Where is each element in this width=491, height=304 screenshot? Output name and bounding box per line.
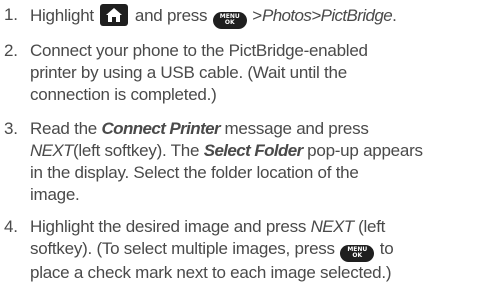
softkey-next: NEXT <box>30 141 74 160</box>
ok-key-label: OK <box>224 19 235 26</box>
step-number: 3. <box>4 119 18 138</box>
step-text-segment: . <box>392 6 397 25</box>
softkey-next: NEXT <box>310 217 355 236</box>
step-text: Highlight the desired image and press NE… <box>30 216 491 284</box>
step-text-segment: (left softkey). The <box>72 141 200 160</box>
step-number: 4. <box>4 217 18 236</box>
instruction-steps: 1. Highlight and press MENU OK >Photos>P… <box>0 0 491 304</box>
home-icon <box>100 4 129 26</box>
step-text-line: printer by using a USB cable. (Wait unti… <box>30 63 347 82</box>
step-text-segment: image. <box>30 185 80 204</box>
menu-path-photos: Photos <box>261 6 312 25</box>
step-text-segment: Highlight <box>30 6 94 25</box>
menu-ok-key-icon: MENU OK <box>340 245 375 262</box>
step-text-line: Connect your phone to the PictBridge-ena… <box>30 41 368 60</box>
menu-ok-key-icon: MENU OK <box>212 12 247 29</box>
step-text-segment: place a check mark next to each image se… <box>30 263 392 282</box>
step-text: Connect your phone to the PictBridge-ena… <box>30 40 491 106</box>
step-text-segment: pop-up appears <box>307 141 423 160</box>
ok-key-label: OK <box>352 252 363 259</box>
step-text-segment: Read the <box>30 119 97 138</box>
step-text-segment: in the display. Select the folder locati… <box>30 163 359 182</box>
step-text: Highlight and press MENU OK >Photos>Pict… <box>30 4 491 29</box>
step-3: 3. Read the Connect Printer message and … <box>0 118 491 206</box>
step-text-segment: to <box>379 239 394 258</box>
step-number: 1. <box>4 5 18 24</box>
step-text-segment: (left <box>358 217 386 236</box>
screen-name-connect-printer: Connect Printer <box>101 119 221 138</box>
step-text-segment: Highlight the desired image and press <box>30 217 307 236</box>
step-4: 4. Highlight the desired image and press… <box>0 216 491 284</box>
step-text-segment: and press <box>134 6 208 25</box>
step-text-segment: > <box>311 6 321 25</box>
step-text: Read the Connect Printer message and pre… <box>30 118 491 206</box>
step-text-segment: message and press <box>224 119 369 138</box>
step-1: 1. Highlight and press MENU OK >Photos>P… <box>0 4 491 29</box>
step-text-segment: softkey). (To select multiple images, pr… <box>30 239 335 258</box>
step-text-line: connection is completed.) <box>30 85 217 104</box>
menu-path-pictbridge: PictBridge <box>320 6 393 25</box>
step-number: 2. <box>4 41 18 60</box>
step-text-segment: > <box>252 6 262 25</box>
popup-name-select-folder: Select Folder <box>203 141 304 160</box>
step-2: 2. Connect your phone to the PictBridge-… <box>0 40 491 106</box>
